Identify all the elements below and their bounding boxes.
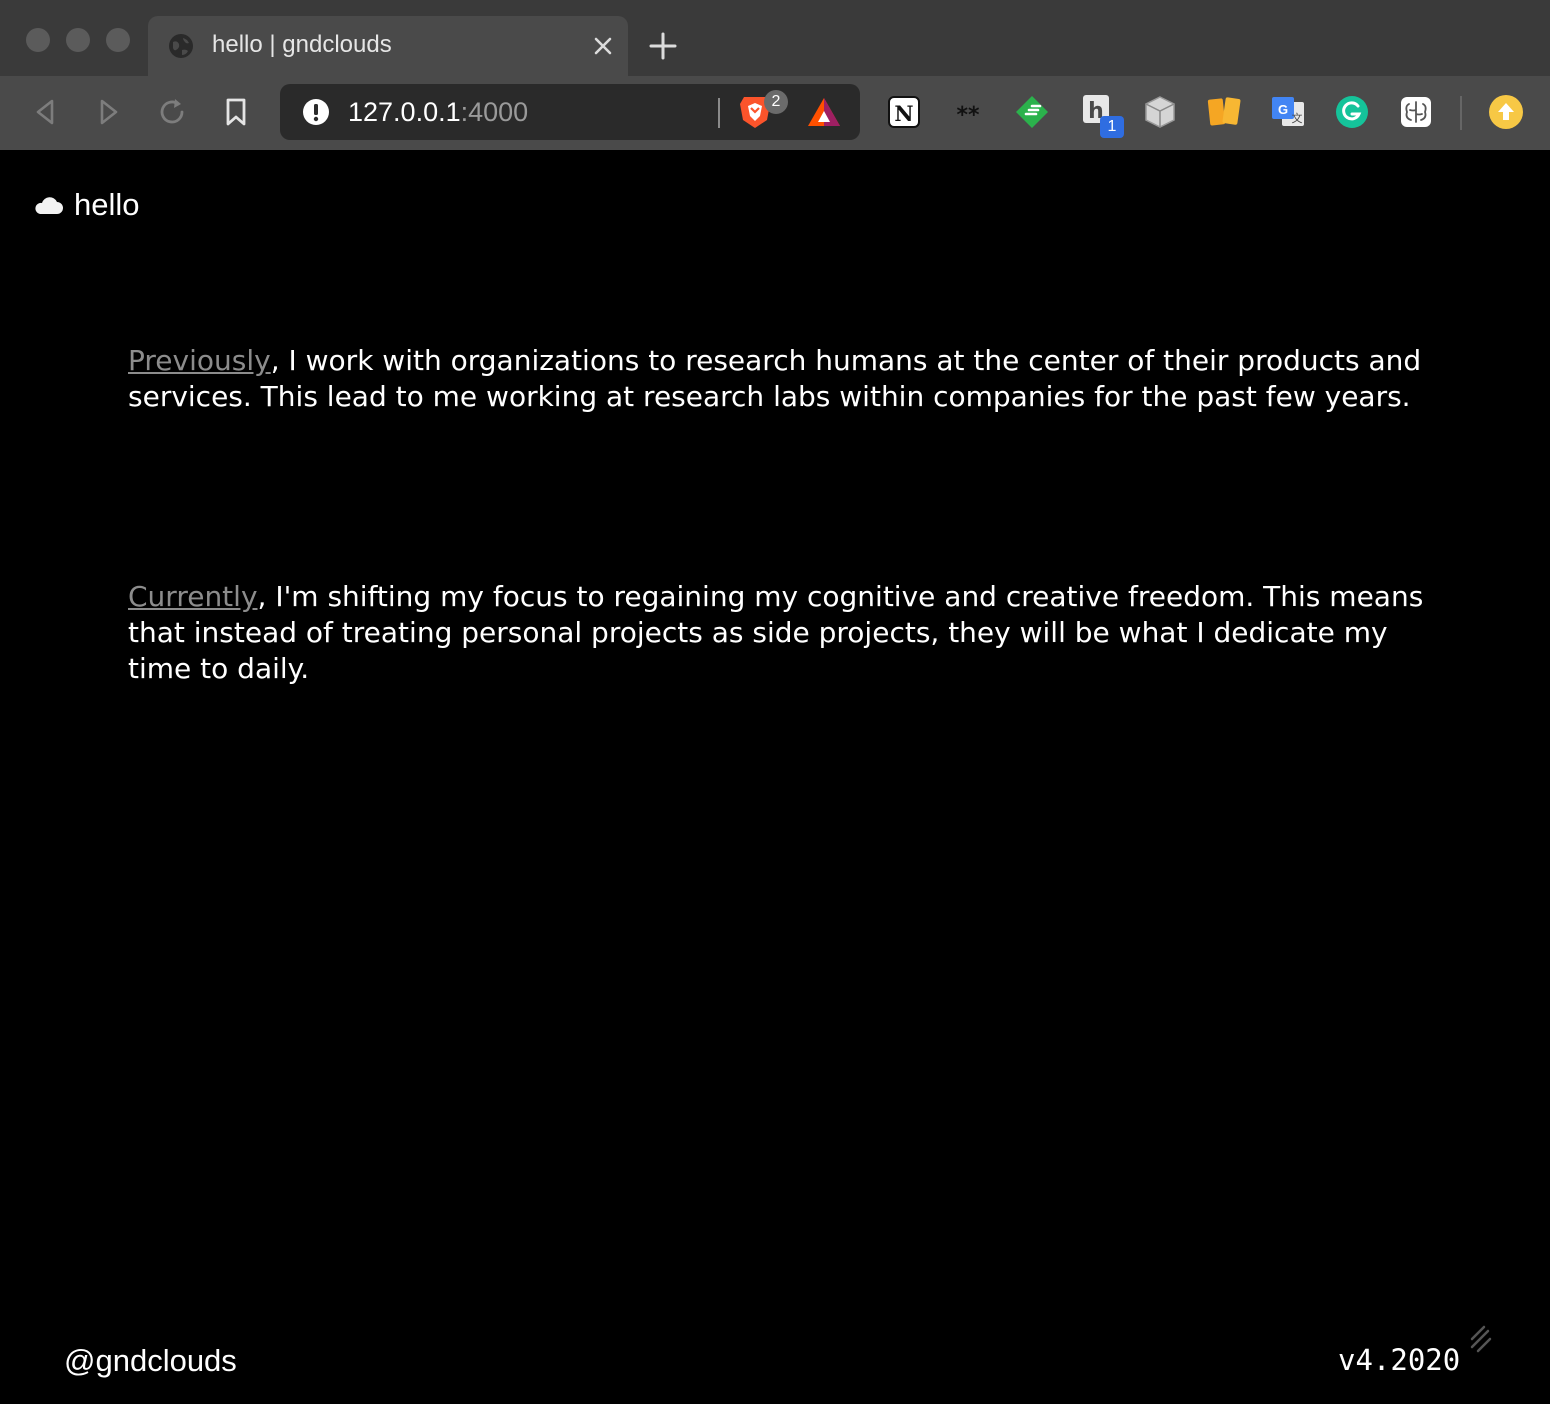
footer-handle[interactable]: @gndclouds <box>64 1343 237 1379</box>
feedly-icon[interactable] <box>1012 92 1052 132</box>
close-window-button[interactable] <box>26 28 50 52</box>
url-host: 127.0.0.1 <box>348 97 461 127</box>
svg-text:N: N <box>894 101 913 126</box>
intro-paragraph-currently: Currently, I'm shifting my focus to rega… <box>128 579 1428 687</box>
tab-title: hello | gndclouds <box>212 31 392 58</box>
browser-chrome: hello | gndclouds 127.0.0.1:4000 2 N ** … <box>0 0 1550 150</box>
resize-grip-icon <box>1470 1325 1492 1353</box>
back-icon[interactable] <box>30 96 62 128</box>
url-divider <box>718 98 720 128</box>
previously-link[interactable]: Previously <box>128 344 271 377</box>
address-bar[interactable]: 127.0.0.1:4000 2 <box>280 84 860 140</box>
grammarly-icon[interactable] <box>1332 92 1372 132</box>
site-header: hello <box>32 187 140 223</box>
site-title[interactable]: hello <box>74 187 140 223</box>
asterisks-icon[interactable]: ** <box>948 92 988 132</box>
cloud-icon <box>35 197 63 214</box>
minimize-window-button[interactable] <box>66 28 90 52</box>
brain-icon[interactable] <box>1396 92 1436 132</box>
cards-icon[interactable] <box>1204 92 1244 132</box>
brave-rewards-icon[interactable] <box>806 96 842 128</box>
reload-icon[interactable] <box>156 96 188 128</box>
notion-icon[interactable]: N <box>884 92 924 132</box>
toolbar: 127.0.0.1:4000 2 N ** h 1 G 文 <box>0 76 1550 150</box>
browser-tab[interactable]: hello | gndclouds <box>148 16 628 76</box>
extension-divider <box>1460 96 1462 130</box>
hypothesis-badge: 1 <box>1100 116 1124 138</box>
currently-link[interactable]: Currently <box>128 580 258 613</box>
plus-icon[interactable] <box>648 31 678 61</box>
footer-version: v4.2020 <box>1338 1343 1461 1377</box>
bookmark-icon[interactable] <box>220 96 252 128</box>
tab-strip: hello | gndclouds <box>0 0 1550 76</box>
intro-paragraph-previously: Previously, I work with organizations to… <box>128 343 1428 415</box>
forward-icon[interactable] <box>92 96 124 128</box>
update-avatar-icon[interactable] <box>1486 92 1526 132</box>
cube-icon[interactable] <box>1140 92 1180 132</box>
google-translate-icon[interactable]: G 文 <box>1268 92 1308 132</box>
url-text[interactable]: 127.0.0.1:4000 <box>348 97 528 128</box>
svg-text:**: ** <box>956 103 980 128</box>
close-icon[interactable] <box>590 33 616 59</box>
currently-text: , I'm shifting my focus to regaining my … <box>128 580 1424 685</box>
svg-text:G: G <box>1278 102 1288 117</box>
previously-text: , I work with organizations to research … <box>128 344 1422 413</box>
brave-shields-count: 2 <box>764 90 788 114</box>
zoom-window-button[interactable] <box>106 28 130 52</box>
globe-icon <box>169 34 193 58</box>
page-content: hello Previously, I work with organizati… <box>0 151 1550 1404</box>
svg-text:文: 文 <box>1292 111 1303 125</box>
url-port: :4000 <box>460 97 529 127</box>
not-secure-icon[interactable] <box>302 98 330 126</box>
